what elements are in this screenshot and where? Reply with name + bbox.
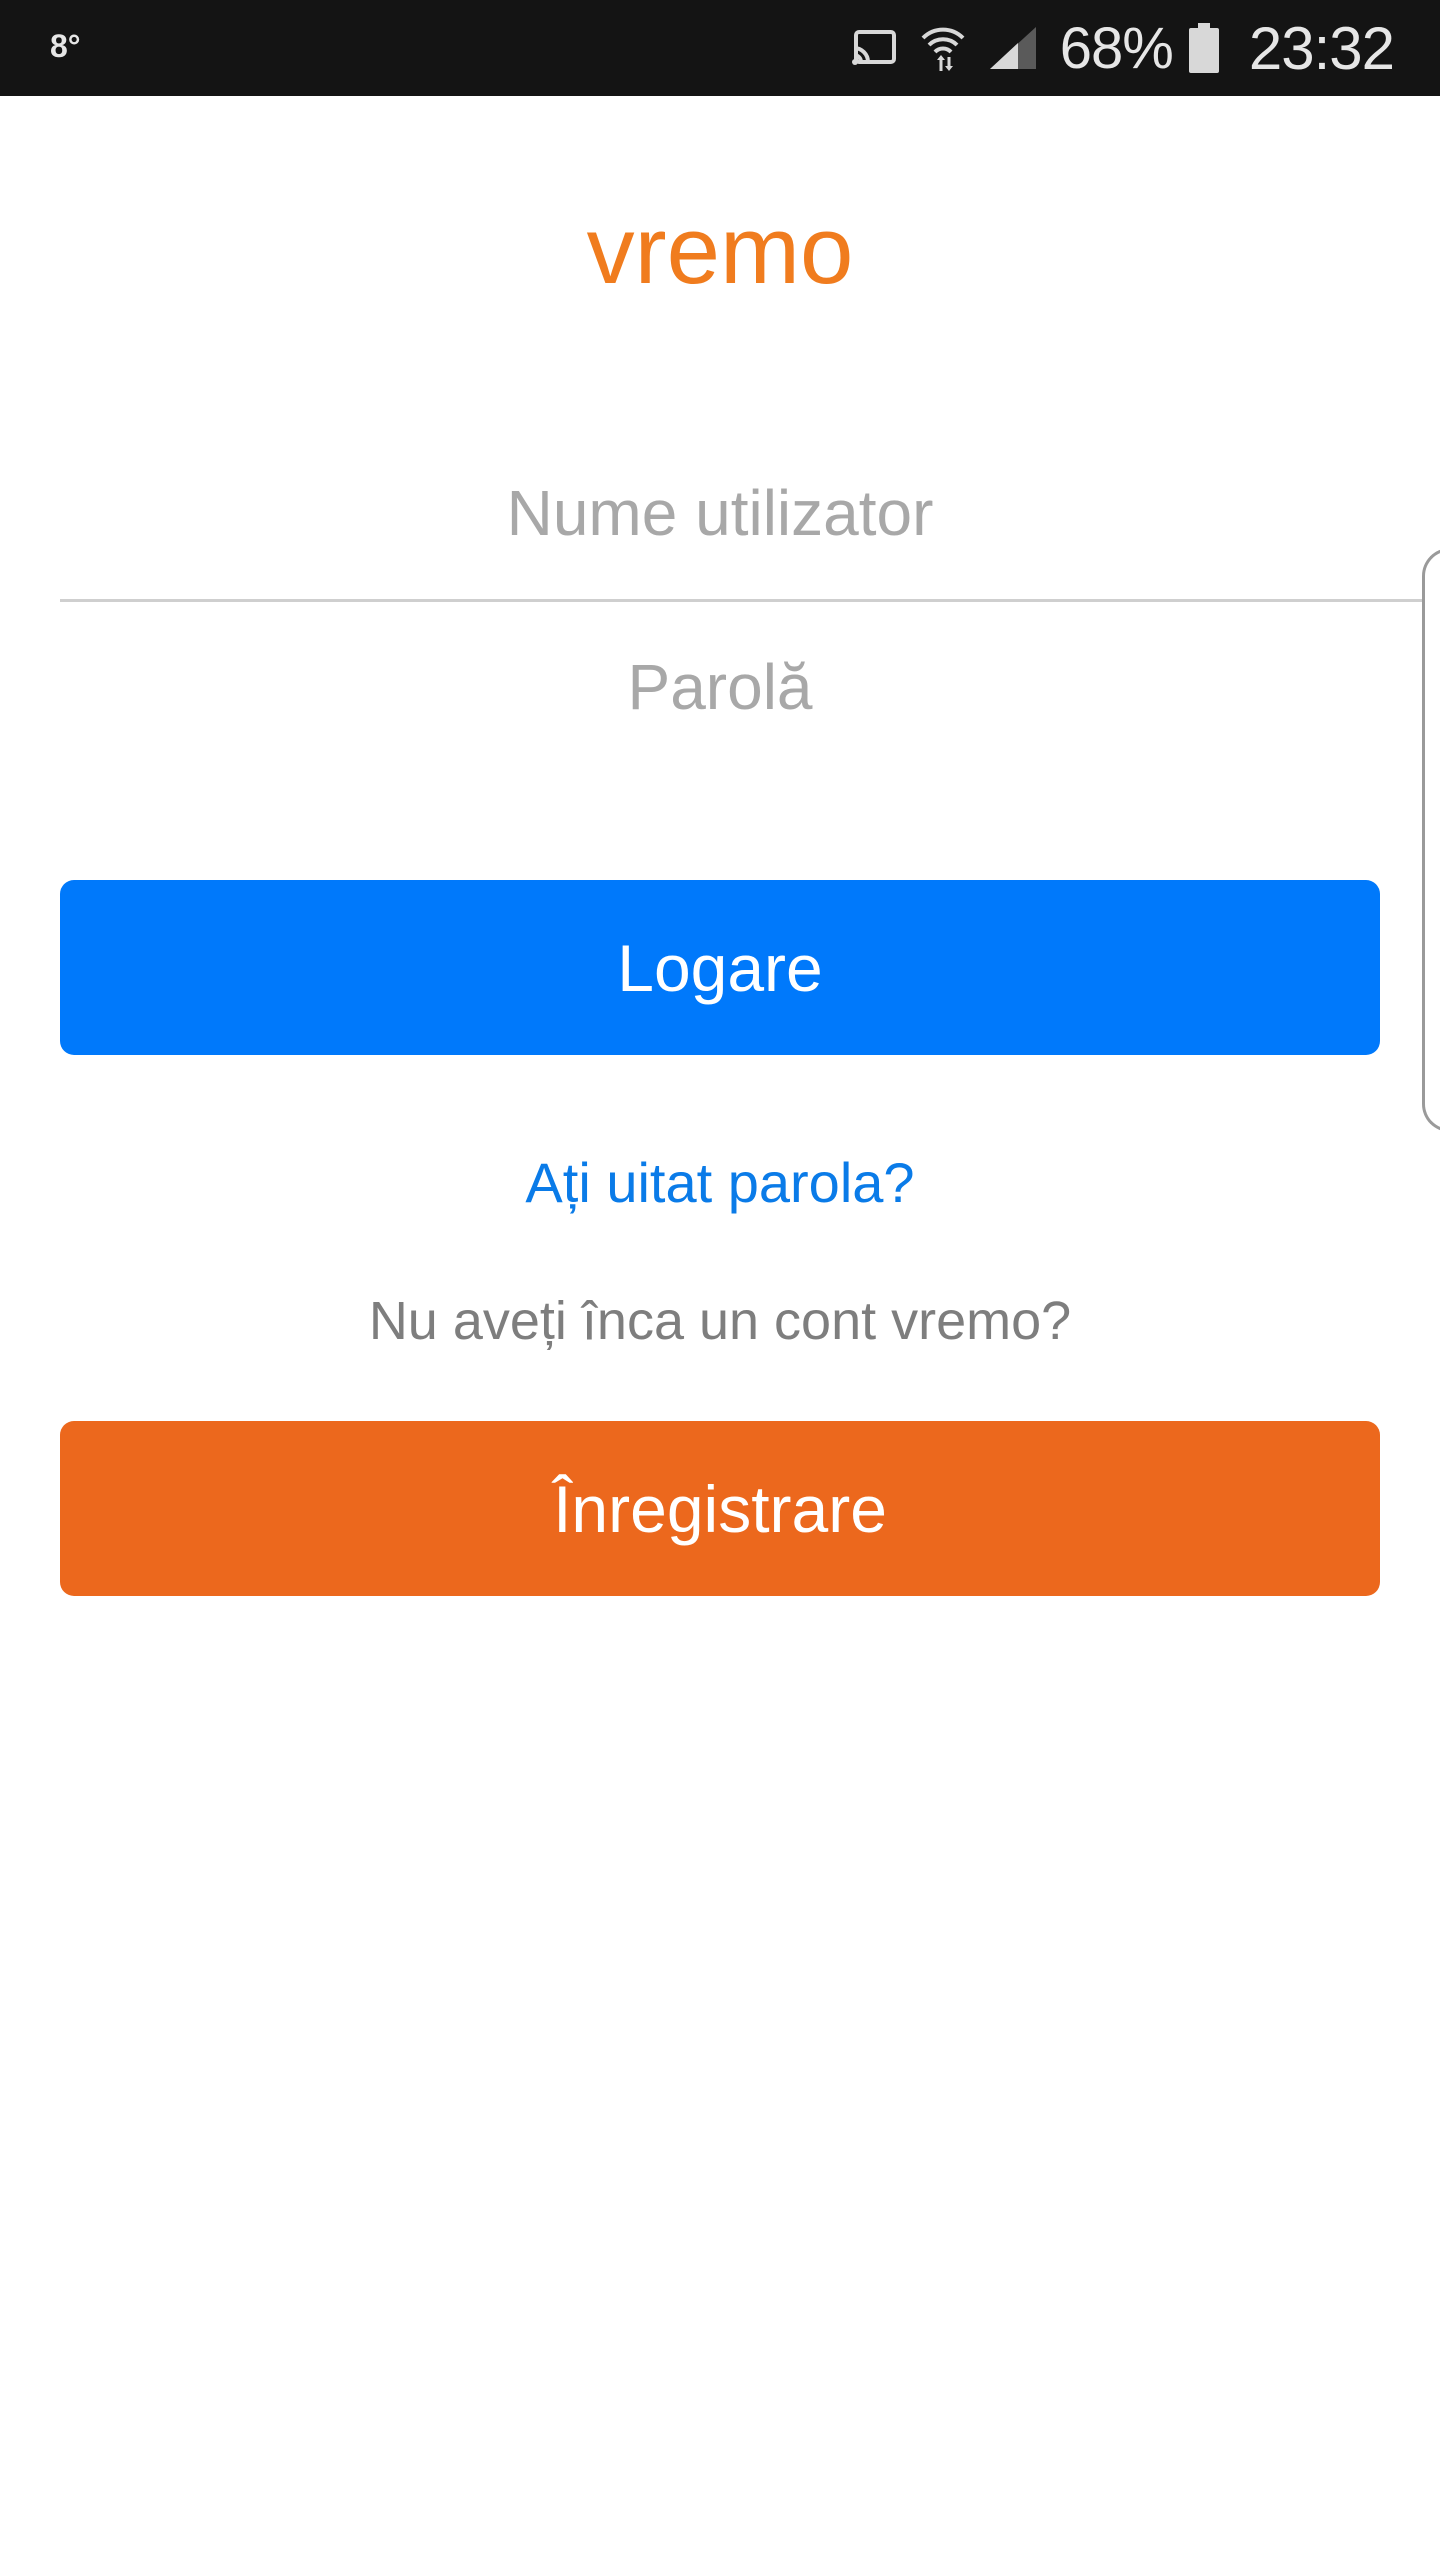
vremo-logo: vremo [510, 225, 930, 305]
edge-panel-handle[interactable] [1422, 548, 1440, 1132]
username-input[interactable] [60, 438, 1440, 588]
logo-text: vremo [587, 225, 854, 304]
login-button[interactable]: Logare [60, 880, 1380, 1055]
field-divider [60, 599, 1440, 602]
password-input[interactable] [60, 612, 1440, 762]
status-icons: 68% 23:32 [850, 0, 1395, 96]
no-account-text: Nu aveți înca un cont vremo? [368, 1291, 1072, 1351]
battery-icon [1188, 23, 1219, 73]
temperature-indicator: 8° [50, 28, 81, 64]
clock: 23:32 [1248, 14, 1395, 82]
register-button[interactable]: Înregistrare [60, 1421, 1380, 1596]
battery-percent: 68% [1059, 15, 1174, 81]
signal-icon [988, 25, 1038, 71]
cast-icon [850, 28, 898, 68]
status-bar: 8° 68% 23:32 [0, 0, 1440, 96]
login-screen: 8° 68% 23:32 vremo Nume utilizator Logar… [0, 0, 1440, 2560]
wifi-icon [920, 22, 966, 74]
forgot-password-link[interactable]: Ați uitat parola? [0, 1150, 1440, 1215]
